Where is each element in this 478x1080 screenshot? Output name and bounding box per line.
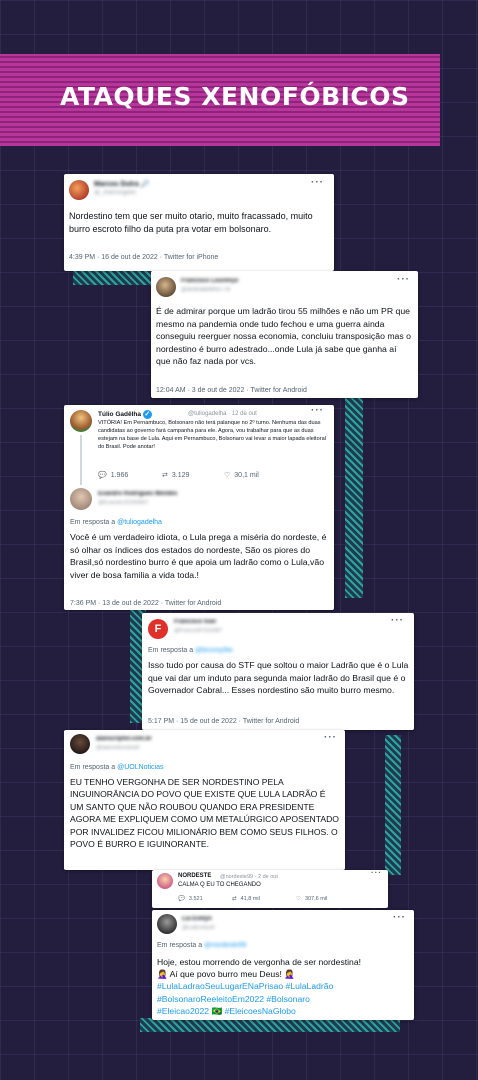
hashtag-link[interactable]: #Eleicao2022 <box>157 1006 209 1016</box>
verified-badge-icon: ✓ <box>142 410 152 419</box>
more-dots-icon[interactable]: ··· <box>324 732 337 743</box>
author-handle[interactable]: @alanmbicicleta9 <box>96 745 140 751</box>
tweet-text-line: 🤦‍♀️ Aí que povo burro meu Deus! 🤦‍♀️ <box>157 969 295 980</box>
reply-count: 3.521 <box>188 896 203 902</box>
like-button[interactable]: ♡ 30,1 mil <box>224 471 259 480</box>
decorative-accent <box>345 398 363 598</box>
reply-prefix: Em resposta a <box>157 942 203 949</box>
tweet-card: Francisco Lourenço @andradefilho778 ··· … <box>151 271 418 398</box>
title-banner: ATAQUES XENOFÓBICOS <box>0 54 440 146</box>
reply-context: Em resposta a @brunoy9w <box>148 647 233 654</box>
page-title: ATAQUES XENOFÓBICOS <box>60 82 410 111</box>
tweet-card: NORDESTE @nordeste99 · 2 de out ··· CALM… <box>152 870 388 908</box>
avatar[interactable] <box>70 734 90 754</box>
reply-icon: 💬 <box>178 896 185 902</box>
avatar[interactable]: F <box>148 619 168 639</box>
tweet-meta[interactable]: 5:17 PM · 15 de out de 2022 · Twitter fo… <box>148 718 299 725</box>
reply-context: Em resposta a @UOLNoticias <box>70 764 164 771</box>
tweet-thread-card: Túlio Gadêlha ✓ @tuliogadelha · 12 de ou… <box>64 405 334 610</box>
reply-prefix: Em resposta a <box>70 519 116 526</box>
tweet-meta[interactable]: 4:39 PM · 16 de out de 2022 · Twitter fo… <box>69 254 218 261</box>
reply-context: Em resposta a @tuliogadelha <box>70 519 162 526</box>
heart-icon: ♡ <box>296 896 301 902</box>
tweet-actions: 💬 1.966 ⇄ 3.129 ♡ 30,1 mil <box>98 471 298 480</box>
avatar[interactable] <box>70 488 92 510</box>
author-handle[interactable]: @LiaEvelyn9 <box>182 925 215 931</box>
tweet-card: F Francisco Ivan @Francis87316387 ··· Em… <box>142 613 414 730</box>
tweet-text: Hoje, estou morrendo de vergonha de ser … <box>157 956 412 1017</box>
hashtag-line[interactable]: #BolsonaroReeleitoEm2022 #Bolsonaro <box>157 993 412 1005</box>
author-handle[interactable]: @Francis87316387 <box>174 628 222 634</box>
like-count: 30,1 mil <box>234 471 259 479</box>
brazil-flag-icon: 🇧🇷 <box>211 1005 223 1016</box>
tweet-text: CALMA Q EU TO CHEGANDO <box>178 882 261 888</box>
reply-button[interactable]: 💬 3.521 <box>178 896 232 902</box>
reply-context: Em resposta a @nordeste99 <box>157 942 246 949</box>
reply-icon: 💬 <box>98 472 107 479</box>
reply-button[interactable]: 💬 1.966 <box>98 471 162 480</box>
tweet-meta[interactable]: 12:04 AM · 3 de out de 2022 · Twitter fo… <box>156 387 307 394</box>
author-handle[interactable]: @_marcosgoes <box>94 190 136 196</box>
retweet-count: 41,8 mil <box>240 896 260 902</box>
tweet-card: alanscriptor.com.br @alanmbicicleta9 ···… <box>64 730 345 870</box>
reply-count: 1.966 <box>110 471 129 479</box>
tweet-text: Isso tudo por causa do STF que soltou o … <box>148 660 409 695</box>
reply-prefix: Em resposta a <box>148 647 194 654</box>
tweet-card: Lia Evelyn @LiaEvelyn9 ··· Em resposta a… <box>152 910 414 1020</box>
decorative-accent <box>385 735 401 875</box>
tweet-text: Você é um verdadeiro idiota, o Lula preg… <box>70 532 327 580</box>
reply-to-link[interactable]: @nordeste99 <box>204 942 246 949</box>
avatar[interactable] <box>70 410 92 432</box>
like-button[interactable]: ♡ 307,6 mil <box>296 896 327 902</box>
author-name[interactable]: Francisco Ivan <box>174 619 216 625</box>
reply-prefix: Em resposta a <box>70 764 116 771</box>
tweet-meta[interactable]: 7:36 PM · 13 de out de 2022 · Twitter fo… <box>70 600 221 607</box>
tweet-text: EU TENHO VERGONHA DE SER NORDESTINO PELA… <box>70 777 339 850</box>
retweet-count: 3.129 <box>171 471 190 479</box>
author-name-text[interactable]: Túlio Gadêlha <box>98 411 141 418</box>
retweet-icon: ⇄ <box>162 472 168 479</box>
tweet-card: Marcos Dutra 🔎 @_marcosgoes ··· Nordesti… <box>64 174 334 271</box>
tweet-actions: 💬 3.521 ⇄ 41,8 mil ♡ 307,6 mil <box>178 896 327 902</box>
reply-to-link[interactable]: @tuliogadelha <box>117 519 162 526</box>
tweet-text: Nordestino tem que ser muito otario, mui… <box>69 211 313 234</box>
more-dots-icon[interactable]: ··· <box>311 177 324 188</box>
reply-to-link[interactable]: @brunoy9w <box>195 647 232 654</box>
author-name[interactable]: Francisco Lourenço <box>181 278 238 284</box>
more-dots-icon[interactable]: ··· <box>397 274 410 285</box>
decorative-accent <box>73 271 153 285</box>
author-handle[interactable]: @Evandro31050847 <box>98 500 149 506</box>
author-name[interactable]: Evandro Rodrigues Mendes <box>98 491 177 497</box>
avatar[interactable] <box>156 277 176 297</box>
like-count: 307,6 mil <box>304 896 328 902</box>
avatar[interactable] <box>157 914 177 934</box>
author-name[interactable]: Marcos Dutra 🔎 <box>94 180 149 188</box>
more-dots-icon[interactable]: ··· <box>311 405 324 416</box>
reply-to-link[interactable]: @UOLNoticias <box>117 764 163 771</box>
heart-icon: ♡ <box>224 472 231 479</box>
more-dots-icon[interactable]: ··· <box>371 870 382 877</box>
retweet-icon: ⇄ <box>232 896 237 902</box>
avatar[interactable] <box>69 180 89 200</box>
hashtag-line: #Eleicao2022 🇧🇷 #EleicoesNaGlobo <box>157 1005 412 1017</box>
author-name[interactable]: NORDESTE <box>178 873 211 879</box>
tweet-text-line: Hoje, estou morrendo de vergonha de ser … <box>157 957 361 967</box>
avatar[interactable] <box>157 873 173 889</box>
retweet-button[interactable]: ⇄ 41,8 mil <box>232 896 296 902</box>
decorative-accent <box>140 1018 400 1032</box>
author-handle[interactable]: @andradefilho778 <box>181 287 230 293</box>
more-dots-icon[interactable]: ··· <box>391 615 404 626</box>
author-handle[interactable]: @nordeste99 · 2 de out <box>220 874 278 880</box>
hashtag-link[interactable]: #EleicoesNaGlobo <box>225 1006 296 1016</box>
author-name[interactable]: Lia Evelyn <box>182 916 212 922</box>
thread-connector <box>80 435 82 485</box>
hashtag-line[interactable]: #LulaLadraoSeuLugarENaPrisao #LulaLadrão <box>157 980 412 992</box>
author-handle[interactable]: @tuliogadelha · 12 de out <box>188 411 257 417</box>
tweet-text: É de admirar porque um ladrão tirou 55 m… <box>156 306 411 366</box>
more-dots-icon[interactable]: ··· <box>393 912 406 923</box>
author-name[interactable]: Túlio Gadêlha ✓ <box>98 410 152 419</box>
retweet-button[interactable]: ⇄ 3.129 <box>162 471 224 480</box>
author-name[interactable]: alanscriptor.com.br <box>96 736 152 742</box>
tweet-text: VITÓRIA! Em Pernambuco, Bolsonaro não te… <box>98 420 326 450</box>
